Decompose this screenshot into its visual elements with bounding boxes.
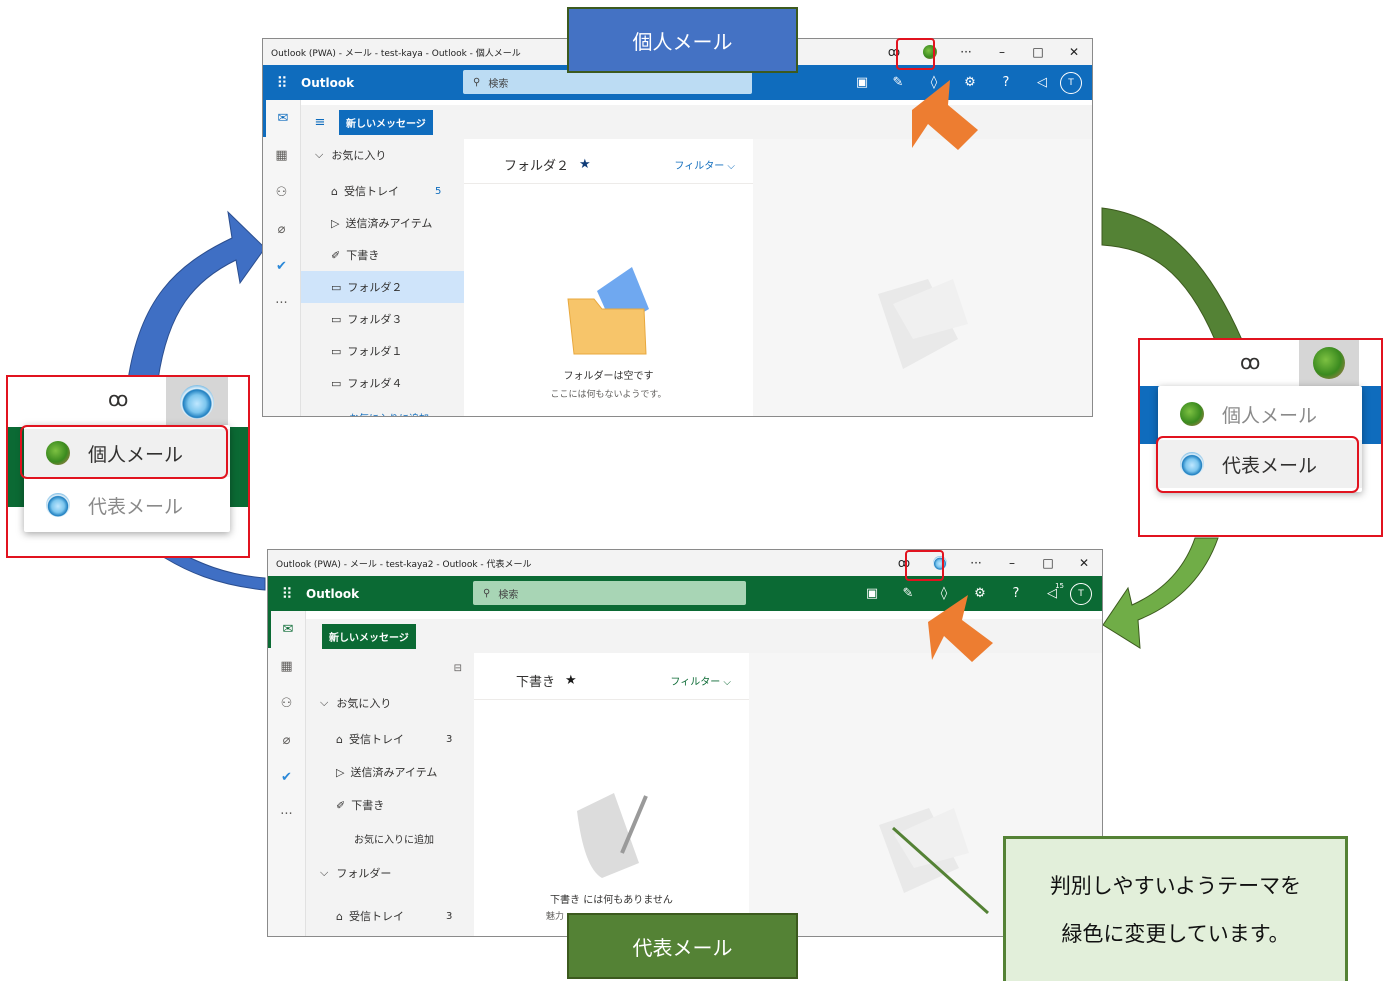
top-pointer-arrow [912,80,978,150]
representative-avatar-icon [46,493,70,517]
figure: Outlook (PWA) - メール - test-kaya - Outloo… [0,0,1389,981]
menu-item-label: 代表メール [88,495,184,518]
account-switch-button[interactable] [166,377,228,427]
left-account-popout: ꝏ 個人メール 代表メール [6,375,250,558]
menu-item-personal[interactable]: 個人メール [1158,390,1362,438]
link-icon[interactable]: ꝏ [108,387,128,411]
representative-item-highlight [1156,436,1359,493]
representative-avatar-icon [180,385,214,419]
personal-mail-callout: 個人メール [567,7,798,73]
personal-avatar-icon [1180,402,1204,426]
note-line-1: 判別しやすいようテーマを [1049,874,1302,898]
note-leader-line [891,826,990,915]
menu-item-label: 個人メール [1222,404,1318,427]
theme-note-callout: 判別しやすいようテーマを 緑色に変更しています。 [1003,836,1348,981]
popout-titlebar: ꝏ [8,377,248,427]
note-line-2: 緑色に変更しています。 [1061,922,1290,946]
personal-avatar-icon [1313,347,1345,379]
representative-mail-callout: 代表メール [567,913,798,979]
menu-item-representative[interactable]: 代表メール [24,481,230,529]
popout-titlebar: ꝏ [1140,340,1381,386]
account-switch-button[interactable] [1299,340,1359,386]
personal-item-highlight [20,425,228,479]
bottom-pointer-arrow [928,595,993,662]
link-icon[interactable]: ꝏ [1240,350,1260,374]
right-account-popout: ꝏ 個人メール 代表メール [1138,338,1383,537]
